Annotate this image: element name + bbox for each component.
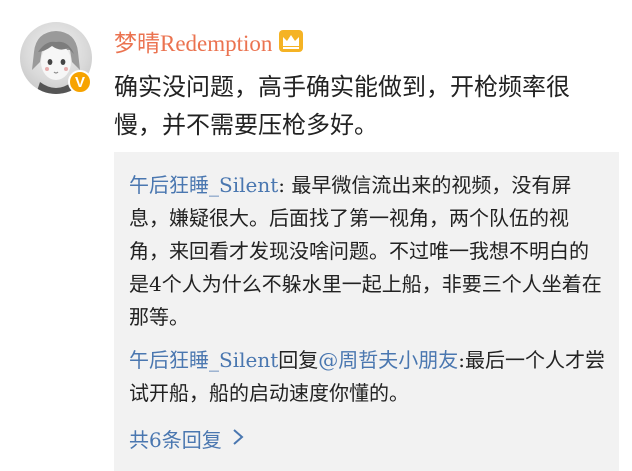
reply-separator: : <box>278 173 292 197</box>
reply-thread: 午后狂睡_Silent: 最早微信流出来的视频，没有屏息，嫌疑很大。后面找了第一… <box>114 152 619 471</box>
v-verified-icon: V <box>68 70 92 94</box>
comment-text: 确实没问题，高手确实能做到，开枪频率很慢，并不需要压枪多好。 <box>114 73 570 139</box>
mention-link[interactable]: @周哲夫小朋友 <box>318 348 458 372</box>
chevron-right-icon <box>232 427 244 451</box>
crown-icon <box>278 29 304 53</box>
reply-author-link[interactable]: 午后狂睡_Silent <box>129 173 278 197</box>
more-replies-label: 共6条回复 <box>129 428 222 452</box>
reply-author-link[interactable]: 午后狂睡_Silent <box>129 348 278 372</box>
more-replies-link[interactable]: 共6条回复 <box>129 424 244 453</box>
reply-separator: : <box>458 348 465 372</box>
reply-word: 回复 <box>278 348 319 372</box>
username-link[interactable]: 梦晴Redemption <box>114 24 272 58</box>
comment-header: 梦晴Redemption <box>114 24 304 58</box>
reply-item: 午后狂睡_Silent: 最早微信流出来的视频，没有屏息，嫌疑很大。后面找了第一… <box>129 169 607 334</box>
reply-item: 午后狂睡_Silent回复@周哲夫小朋友:最后一个人才尝试开船，船的启动速度你懂… <box>129 344 607 410</box>
